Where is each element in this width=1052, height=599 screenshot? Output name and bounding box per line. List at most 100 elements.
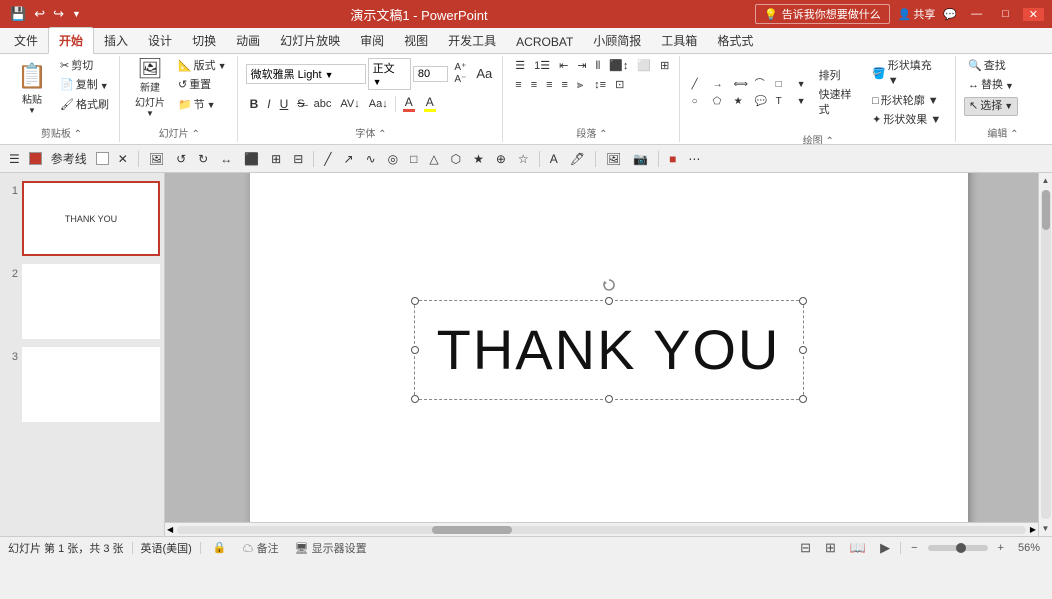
align-right-btn[interactable]: ≡ xyxy=(542,77,556,94)
replace-btn[interactable]: ↔替换▼ xyxy=(964,77,1018,94)
smartart-btn[interactable]: ⊞ xyxy=(656,58,673,75)
slide-canvas[interactable]: THANK YOU xyxy=(250,173,968,536)
reading-view-btn[interactable]: 📖 xyxy=(846,538,870,558)
tb2-btn-align[interactable]: ⬛ xyxy=(239,150,264,168)
slide-1-preview[interactable]: THANK YOU xyxy=(22,181,160,256)
tab-animations[interactable]: 动画 xyxy=(226,28,270,53)
tab-report[interactable]: 小顾简报 xyxy=(583,28,651,53)
tb2-btn-image[interactable]: 🖼 xyxy=(601,150,626,168)
reference-line-checkbox[interactable] xyxy=(29,152,42,165)
tab-toolkit[interactable]: 工具箱 xyxy=(651,28,707,53)
more-shapes-btn[interactable]: ▼ xyxy=(793,77,813,93)
toolbar2-btn1[interactable]: ☰ xyxy=(4,150,25,168)
select-btn[interactable]: ↖选择▼ xyxy=(964,97,1018,116)
font-color-btn[interactable]: A xyxy=(399,94,419,113)
backup-btn[interactable]: ☁ 备注 xyxy=(239,539,283,557)
textbox-tool[interactable]: T xyxy=(772,94,792,110)
tab-design[interactable]: 设计 xyxy=(138,28,182,53)
font-style-box[interactable]: 正文 ▼ xyxy=(368,58,411,90)
zoom-out-btn[interactable]: − xyxy=(907,541,921,555)
tb2-btn-triangle[interactable]: △ xyxy=(424,150,443,168)
align-left-btn[interactable]: ≡ xyxy=(511,77,525,94)
tb2-btn-color-fill[interactable]: ■ xyxy=(664,150,681,168)
line-spacing-btn[interactable]: ↕≡ xyxy=(590,77,610,94)
scroll-right-btn[interactable]: ▶ xyxy=(1028,523,1038,536)
tb2-btn-plus[interactable]: ⊕ xyxy=(491,150,511,168)
minimize-btn[interactable]: — xyxy=(965,8,988,20)
tb2-btn-insert-pic[interactable]: 🖼 xyxy=(144,150,169,168)
tb2-btn-star3[interactable]: ☆ xyxy=(513,150,534,168)
find-btn[interactable]: 🔍查找 xyxy=(964,58,1010,75)
char-spacing-btn[interactable]: AV↓ xyxy=(336,97,363,111)
reset-btn[interactable]: ↺重置 xyxy=(174,77,231,94)
bullets-btn[interactable]: ☰ xyxy=(511,58,529,75)
grid-checkbox[interactable] xyxy=(96,152,109,165)
tb2-btn-pen[interactable]: 🖊 xyxy=(565,150,590,168)
handle-ml[interactable] xyxy=(411,346,419,354)
align-center-btn[interactable]: ≡ xyxy=(527,77,541,94)
handle-bl[interactable] xyxy=(411,395,419,403)
main-text-content[interactable]: THANK YOU xyxy=(437,317,781,382)
numbering-btn[interactable]: 1☰ xyxy=(530,58,554,75)
justify-btn[interactable]: ≡ xyxy=(558,77,572,94)
h-scroll-track[interactable] xyxy=(177,526,1026,534)
tab-file[interactable]: 文件 xyxy=(4,28,48,53)
slide-1-thumb[interactable]: 1 THANK YOU xyxy=(4,181,160,256)
tab-format[interactable]: 格式式 xyxy=(707,28,763,53)
toolbar2-close-btn[interactable]: ✕ xyxy=(113,150,133,168)
tab-developer[interactable]: 开发工具 xyxy=(438,28,506,53)
normal-view-btn[interactable]: ⊟ xyxy=(796,538,815,558)
oval-tool[interactable]: ○ xyxy=(688,94,708,110)
italic-btn[interactable]: I xyxy=(263,96,274,112)
copy-btn[interactable]: 📄复制▼ xyxy=(56,77,113,94)
handle-bc[interactable] xyxy=(605,395,613,403)
cut-btn[interactable]: ✂剪切 xyxy=(56,58,113,75)
slide-2-thumb[interactable]: 2 xyxy=(4,264,160,339)
tab-slideshow[interactable]: 幻灯片放映 xyxy=(270,28,350,53)
tb2-btn-circle[interactable]: ◎ xyxy=(383,150,403,168)
tab-view[interactable]: 视图 xyxy=(394,28,438,53)
font-size-box[interactable]: 80 xyxy=(413,66,448,82)
shape-outline-btn[interactable]: □形状轮廓 ▼ xyxy=(868,93,949,110)
font-size-increase-btn[interactable]: A⁺ xyxy=(450,62,470,74)
zoom-thumb[interactable] xyxy=(956,543,966,553)
line-tool[interactable]: ╱ xyxy=(688,77,708,93)
scroll-down-btn[interactable]: ▼ xyxy=(1039,521,1052,536)
tb2-btn-more[interactable]: ⋯ xyxy=(683,150,705,168)
slideshow-btn[interactable]: ▶ xyxy=(876,538,894,558)
tb2-btn-rotate-ccw[interactable]: ↺ xyxy=(171,150,191,168)
save-btn[interactable]: 💾 xyxy=(8,4,28,24)
tb2-btn-star2[interactable]: ★ xyxy=(468,150,489,168)
selected-text-box[interactable]: THANK YOU xyxy=(414,300,804,400)
clear-format-btn[interactable]: Aa xyxy=(472,64,496,84)
zoom-slider[interactable] xyxy=(928,545,988,551)
tb2-btn-hex[interactable]: ⬡ xyxy=(446,150,466,168)
slide-sorter-btn[interactable]: ⊞ xyxy=(821,538,840,558)
zoom-in-btn[interactable]: + xyxy=(994,541,1008,555)
tab-transitions[interactable]: 切换 xyxy=(182,28,226,53)
maximize-btn[interactable]: □ xyxy=(996,8,1015,20)
new-slide-btn[interactable]: 🖼 新建幻灯片 ▼ xyxy=(128,58,172,118)
underline-btn[interactable]: U xyxy=(276,96,293,112)
handle-tc[interactable] xyxy=(605,297,613,305)
pentagon-tool[interactable]: ⬠ xyxy=(709,94,729,110)
format-painter-btn[interactable]: 🖌格式刷 xyxy=(56,97,113,114)
bold-btn[interactable]: B xyxy=(246,96,263,112)
tb2-btn-flip-h[interactable]: ↔ xyxy=(215,150,237,168)
zoom-level[interactable]: 56% xyxy=(1014,541,1044,555)
tb2-btn-group[interactable]: ⊞ xyxy=(266,150,286,168)
handle-mr[interactable] xyxy=(799,346,807,354)
tab-home[interactable]: 开始 xyxy=(48,27,94,54)
tab-review[interactable]: 审阅 xyxy=(350,28,394,53)
dbl-arrow-tool[interactable]: ⟺ xyxy=(730,77,750,93)
text-columns-btn[interactable]: ⫸ xyxy=(573,77,587,94)
text-direction-btn[interactable]: ⬛↕ xyxy=(605,58,632,75)
handle-tl[interactable] xyxy=(411,297,419,305)
tb2-btn-line[interactable]: ╱ xyxy=(319,150,336,168)
undo-btn[interactable]: ↩ xyxy=(32,4,47,24)
star-tool[interactable]: ★ xyxy=(730,94,750,110)
layout-btn[interactable]: 📐版式▼ xyxy=(174,58,231,75)
shape-effect-btn[interactable]: ✦形状效果 ▼ xyxy=(868,112,949,129)
section-btn[interactable]: 📁节▼ xyxy=(174,97,231,114)
scroll-left-btn[interactable]: ◀ xyxy=(165,523,175,536)
